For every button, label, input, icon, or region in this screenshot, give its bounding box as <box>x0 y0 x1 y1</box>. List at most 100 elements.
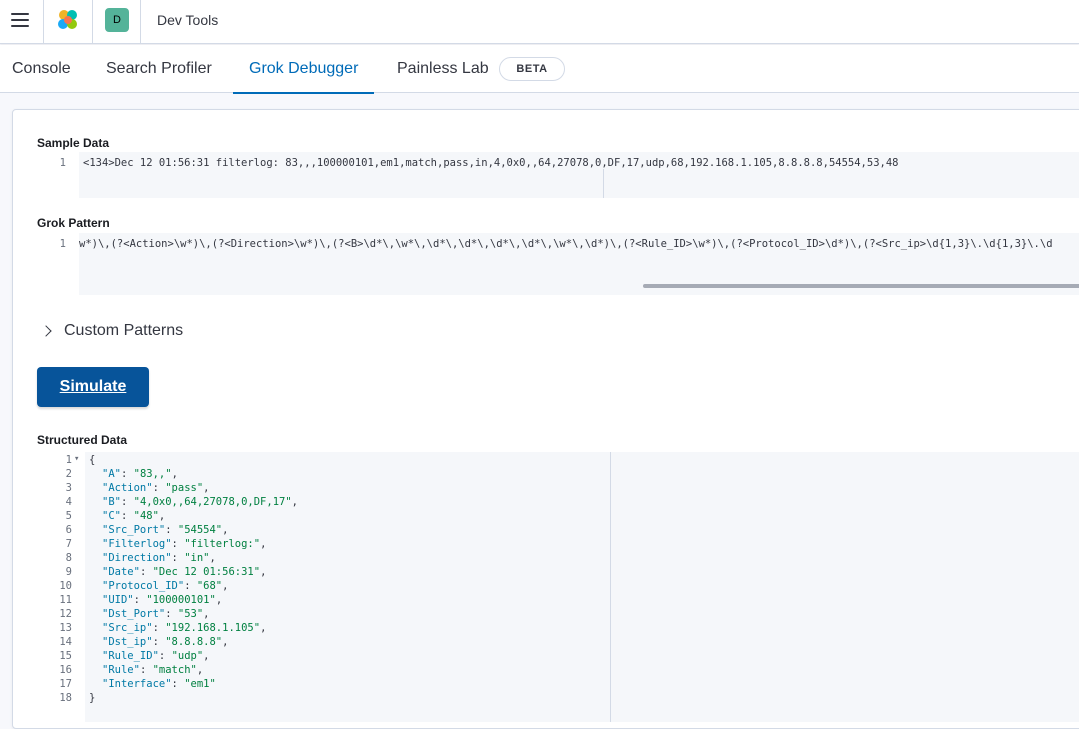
json-colon: : <box>158 650 172 662</box>
tab-search-profiler[interactable]: Search Profiler <box>106 45 212 93</box>
line-number: 14 <box>59 636 72 648</box>
json-field-line: "Direction": "in", <box>102 552 216 564</box>
json-value: "4,0x0,,64,27078,0,DF,17" <box>133 496 292 508</box>
json-field-line: "Dst_Port": "53", <box>102 608 210 620</box>
space-avatar[interactable]: D <box>105 8 129 32</box>
json-key: "UID" <box>102 594 134 606</box>
json-colon: : <box>120 510 134 522</box>
json-field-line: "Src_Port": "54554", <box>102 524 228 536</box>
json-key: "C" <box>102 510 121 522</box>
json-field-line: "UID": "100000101", <box>102 594 222 606</box>
json-value: "54554" <box>177 524 223 536</box>
line-number: 16 <box>59 664 72 676</box>
grok-pattern-editor[interactable]: 1 w*)\,(?<Action>\w*)\,(?<Direction>\w*)… <box>37 233 1079 295</box>
json-comma: , <box>171 468 178 480</box>
json-field-line: "Action": "pass", <box>102 482 210 494</box>
json-value: "100000101" <box>146 594 216 606</box>
line-number: 12 <box>59 608 72 620</box>
json-field-line: "A": "83,,", <box>102 468 178 480</box>
json-field-line: "Rule_ID": "udp", <box>102 650 210 662</box>
json-key: "A" <box>102 468 121 480</box>
beta-badge: BETA <box>499 57 565 81</box>
print-margin <box>610 452 611 722</box>
json-value: "pass" <box>165 482 204 494</box>
json-value: "Dec 12 01:56:31" <box>152 566 261 578</box>
json-comma: , <box>260 622 267 634</box>
json-key: "Rule" <box>102 664 140 676</box>
grok-pattern-label: Grok Pattern <box>37 216 110 230</box>
line-number: 5 <box>65 510 72 522</box>
json-comma: , <box>203 482 210 494</box>
json-colon: : <box>152 622 166 634</box>
json-value: "192.168.1.105" <box>165 622 261 634</box>
tab-grok-debugger[interactable]: Grok Debugger <box>233 45 375 94</box>
json-value: "udp" <box>171 650 204 662</box>
horizontal-scrollbar[interactable] <box>643 284 1079 288</box>
json-comma: , <box>158 510 166 522</box>
json-key: "Filterlog" <box>102 538 172 550</box>
json-key: "Direction" <box>102 552 172 564</box>
top-header: D Dev Tools <box>0 0 1079 44</box>
json-field-line: "Dst_ip": "8.8.8.8", <box>102 636 228 648</box>
json-field-line: "Date": "Dec 12 01:56:31", <box>102 566 266 578</box>
json-colon: : <box>171 538 185 550</box>
json-comma: , <box>203 608 210 620</box>
json-colon: : <box>171 552 185 564</box>
elastic-logo-icon[interactable] <box>55 7 81 33</box>
json-value: "match" <box>152 664 197 676</box>
json-open-brace: { <box>89 454 96 466</box>
json-key: "Src_Port" <box>102 524 166 536</box>
json-key: "Action" <box>102 482 153 494</box>
json-colon: : <box>133 594 147 606</box>
hamburger-icon[interactable] <box>11 13 29 29</box>
line-number: 6 <box>65 524 72 536</box>
json-colon: : <box>120 468 134 480</box>
json-field-line: "Filterlog": "filterlog:", <box>102 538 266 550</box>
line-number: 11 <box>59 594 72 606</box>
line-number: 7 <box>65 538 72 550</box>
line-number: 2 <box>65 468 72 480</box>
json-field-line: "Rule": "match", <box>102 664 203 676</box>
json-colon: : <box>165 524 178 536</box>
json-key: "Rule_ID" <box>102 650 159 662</box>
json-comma: , <box>260 538 267 550</box>
json-colon: : <box>171 678 185 690</box>
json-field-line: "Interface": "em1" <box>102 678 216 690</box>
json-field-line: "Src_ip": "192.168.1.105", <box>102 622 266 634</box>
json-key: "Protocol_ID" <box>102 580 185 592</box>
json-value: "83,," <box>133 468 172 480</box>
line-number: 8 <box>65 552 72 564</box>
print-margin <box>603 169 604 198</box>
json-comma: , <box>209 552 216 564</box>
json-key: "Date" <box>102 566 140 578</box>
sample-data-editor[interactable]: 1 <134>Dec 12 01:56:31 filterlog: 83,,,1… <box>37 152 1079 198</box>
json-key: "Interface" <box>102 678 172 690</box>
sample-data-text: <134>Dec 12 01:56:31 filterlog: 83,,,100… <box>83 157 899 169</box>
header-divider <box>43 0 44 44</box>
json-value: "53" <box>177 608 204 620</box>
header-divider <box>140 0 141 44</box>
tab-console[interactable]: Console <box>12 45 71 93</box>
json-field-line: "B": "4,0x0,,64,27078,0,DF,17", <box>102 496 298 508</box>
json-key: "Dst_ip" <box>102 636 153 648</box>
json-colon: : <box>152 482 166 494</box>
line-number: 1 <box>59 157 66 169</box>
line-number: 10 <box>59 580 72 592</box>
json-key: "Dst_Port" <box>102 608 166 620</box>
json-value: "48" <box>133 510 159 522</box>
chevron-right-icon <box>40 325 52 337</box>
sample-data-label: Sample Data <box>37 136 110 150</box>
fold-caret-icon: ▾ <box>74 454 80 464</box>
json-comma: , <box>196 664 204 676</box>
structured-data-output: 1 2 3 4 5 6 7 8 9 10 11 12 13 14 15 16 17 18 ▾{"A": "83,,"… <box>37 452 1079 722</box>
custom-patterns-toggle[interactable]: Custom Patterns <box>40 320 183 342</box>
json-field-line: "Protocol_ID": "68", <box>102 580 228 592</box>
simulate-button[interactable]: Simulate <box>37 367 149 407</box>
header-divider <box>92 0 93 44</box>
tab-painless-lab[interactable]: Painless Lab <box>397 45 489 93</box>
json-colon: : <box>139 566 153 578</box>
line-number: 3 <box>65 482 72 494</box>
structured-data-label: Structured Data <box>37 433 128 447</box>
line-number: 1 <box>65 454 72 466</box>
line-number: 17 <box>59 678 72 690</box>
